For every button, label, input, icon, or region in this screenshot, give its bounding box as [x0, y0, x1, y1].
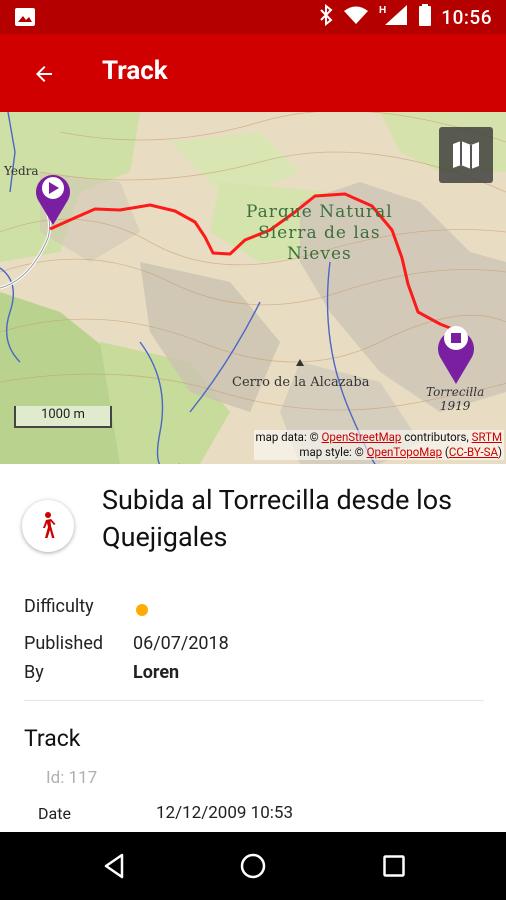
system-navigation-bar — [0, 832, 506, 900]
published-label: Published — [24, 633, 104, 654]
track-section-heading: Track — [24, 725, 81, 752]
license-link[interactable]: CC-BY-SA — [449, 445, 498, 459]
section-divider — [24, 700, 484, 701]
track-date-value: 12/12/2009 10:53 — [156, 803, 294, 823]
signal-icon: H — [379, 3, 409, 31]
difficulty-indicator — [136, 604, 148, 616]
track-date-label: Date — [38, 804, 71, 823]
park-label-line-3: Nieves — [286, 244, 352, 264]
square-recents-icon — [383, 855, 405, 877]
hiking-icon — [43, 512, 56, 538]
srtm-link[interactable]: SRTM — [472, 430, 502, 444]
openstreetmap-link[interactable]: OpenStreetMap — [321, 430, 401, 444]
gallery-notification-icon — [14, 7, 36, 31]
nav-back-button[interactable] — [94, 846, 134, 886]
back-button[interactable] — [24, 54, 64, 94]
attribution-prefix-2: map style: © — [299, 445, 364, 459]
battery-icon — [419, 4, 432, 30]
map-scale-bar: 1000 m — [14, 406, 112, 428]
difficulty-label: Difficulty — [24, 596, 94, 617]
map-layers-button[interactable] — [439, 127, 493, 183]
by-label: By — [24, 662, 44, 683]
track-id: Id: 117 — [46, 768, 98, 788]
status-clock: 10:56 — [441, 5, 492, 29]
end-point-name: Torrecilla — [426, 385, 485, 399]
park-label-line-1: Parque Natural — [246, 202, 393, 222]
activity-type-badge — [22, 500, 74, 552]
app-bar: Track — [0, 34, 506, 112]
nav-recents-button[interactable] — [374, 846, 414, 886]
status-bar: H 10:56 — [0, 0, 506, 34]
triangle-back-icon — [104, 853, 124, 879]
published-date: 06/07/2018 — [133, 633, 229, 654]
bluetooth-icon — [319, 3, 333, 30]
nav-home-button[interactable] — [233, 846, 273, 886]
map-attribution: map data: © OpenStreetMap contributors, … — [253, 430, 504, 460]
place-label: Yedra — [4, 164, 39, 178]
park-label-line-2: Sierra de las — [258, 223, 381, 243]
peak-label: Cerro de la Alcazaba — [232, 375, 370, 390]
route-title: Subida al Torrecilla desde los Quejigale… — [102, 484, 453, 553]
attribution-prefix-1: map data: © — [255, 430, 319, 444]
author-name[interactable]: Loren — [133, 662, 179, 683]
park-label: Parque Natural Sierra de las Nieves — [246, 202, 393, 265]
circle-home-icon — [240, 853, 266, 879]
end-point-elevation: 1919 — [439, 399, 471, 413]
attribution-mid: contributors, — [404, 430, 469, 444]
svg-text:H: H — [379, 5, 386, 16]
page-title: Track — [102, 56, 168, 86]
map-icon — [453, 141, 479, 169]
opentopomap-link[interactable]: OpenTopoMap — [367, 445, 442, 459]
wifi-icon — [343, 5, 369, 29]
end-point-label: Torrecilla 1919 — [426, 385, 484, 413]
arrow-back-icon — [36, 66, 52, 82]
